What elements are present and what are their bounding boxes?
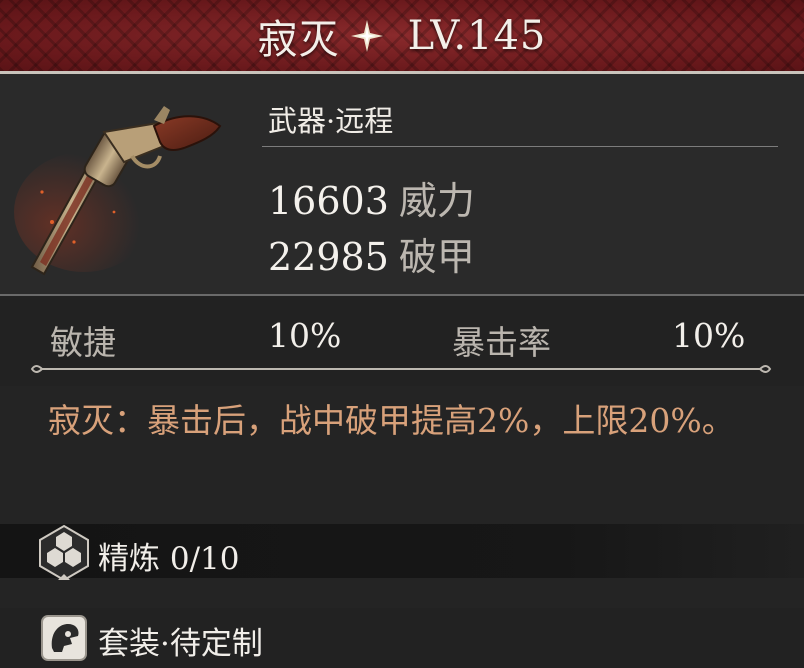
stat-armor-break-value: 22985 [268,235,389,279]
substat-agility-value: 10% [268,316,342,355]
refine-label: 精炼 0/10 [98,541,240,577]
item-header: 寂灭 LV.145 [0,0,804,74]
weapon-category: 武器·远程 [268,104,394,138]
revolver-icon [14,106,222,276]
stat-power-label: 威力 [398,179,475,223]
substat-agility-label: 敏捷 [50,323,116,362]
refine-row[interactable]: 精炼 0/10 [0,524,804,580]
helmet-icon [41,615,87,661]
item-level: LV.145 [407,12,547,59]
set-label: 套装·待定制 [98,626,263,662]
skill-description: 寂灭：暴击后，战中破甲提高2%，上限20%。 [48,401,735,440]
weapon-info-panel: 武器·远程 16603 威力 22985 破甲 [0,74,804,296]
stat-power: 16603 威力 [268,170,475,225]
substat-crit-label: 暴击率 [452,323,551,362]
ornament-divider [30,365,772,373]
stat-armor-break-label: 破甲 [398,235,475,279]
stat-armor-break: 22985 破甲 [268,226,475,281]
stat-power-value: 16603 [268,179,389,223]
set-row[interactable]: 套装·待定制 [0,608,804,668]
item-title: 寂灭 LV.145 [258,7,547,65]
substats-panel: 敏捷 10% 暴击率 10% [0,296,804,386]
substat-crit-value: 10% [672,316,746,355]
item-name: 寂灭 [257,16,340,63]
category-divider [262,146,778,147]
four-point-star-icon [350,19,383,52]
refine-hexagon-icon [39,524,89,580]
